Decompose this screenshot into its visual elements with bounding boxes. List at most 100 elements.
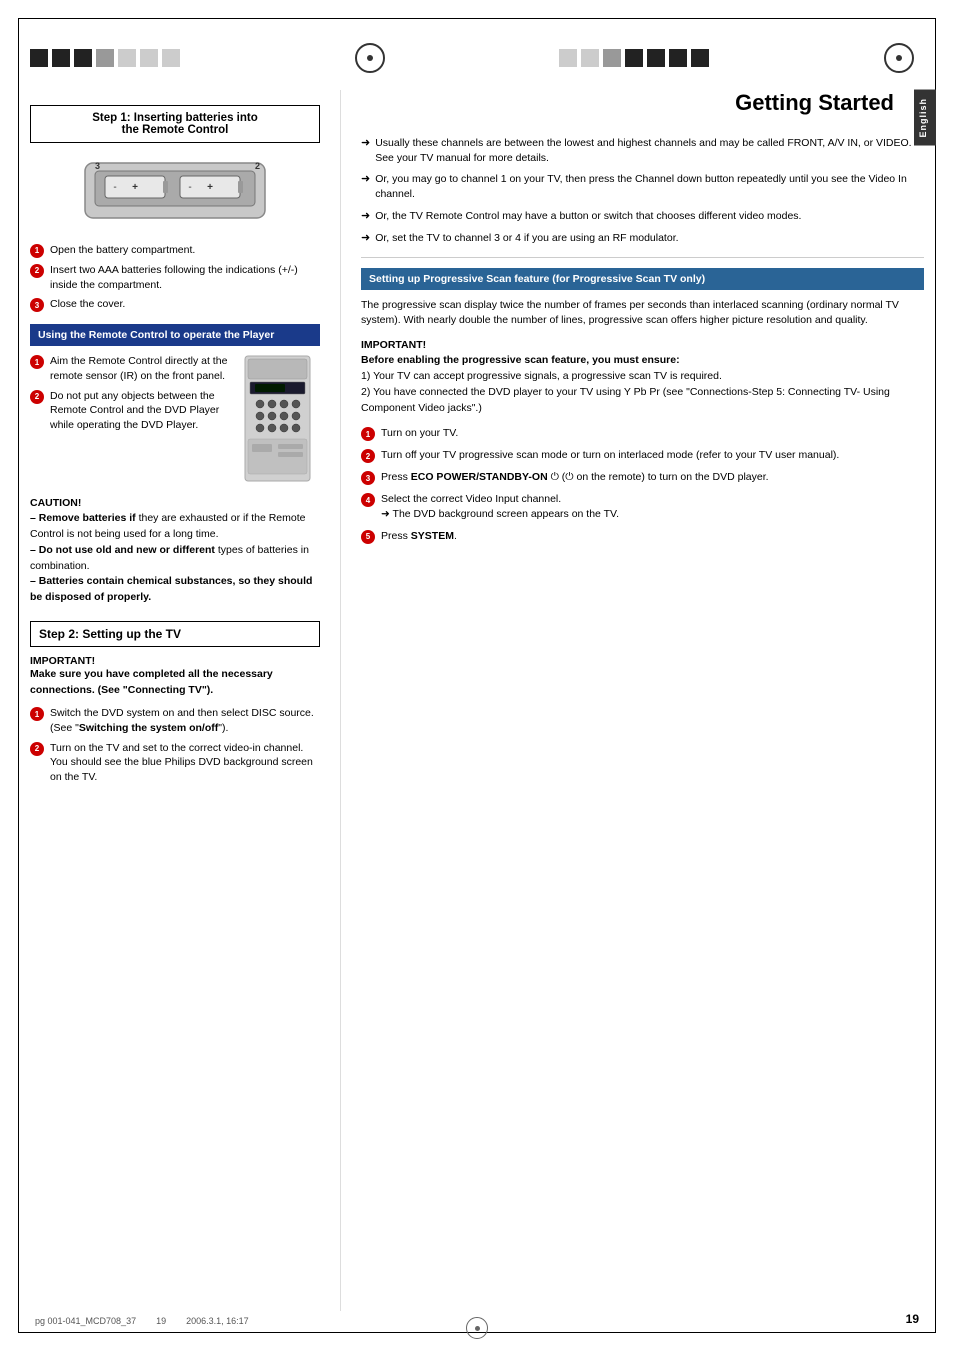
remote-num-1: 1 (30, 355, 44, 369)
remote-illustration: + - + - 3 2 (30, 153, 320, 233)
footer-circle-dot (475, 1326, 480, 1331)
page-number: 19 (906, 1312, 919, 1326)
remote-num-2: 2 (30, 390, 44, 404)
remote-item-1: 1 Aim the Remote Control directly at the… (30, 354, 230, 383)
footer-date: 2006.3.1, 16:17 (186, 1316, 249, 1326)
arrow-text-2: Or, you may go to channel 1 on your TV, … (375, 172, 924, 201)
header-circle-right (884, 43, 914, 73)
arrow-2: ➜ (361, 172, 370, 187)
step1-text-1: Open the battery compartment. (50, 243, 195, 258)
svg-text:+: + (132, 182, 138, 193)
step2-important-bold: Make sure you have completed all the nec… (30, 667, 320, 699)
num-3: 3 (30, 298, 44, 312)
bar-r3 (603, 49, 621, 67)
step1-text-2: Insert two AAA batteries following the i… (50, 263, 320, 292)
caution-title: CAUTION! (30, 497, 320, 509)
bar-1 (30, 49, 48, 67)
step2-num-2: 2 (30, 742, 44, 756)
arrow-text-1: Usually these channels are between the l… (375, 136, 924, 165)
step1-line1: Step 1: Inserting batteries into (37, 112, 313, 124)
left-column: Step 1: Inserting batteries into the Rem… (30, 90, 340, 1311)
header-bars-left (30, 49, 180, 67)
step2-important-strong: Make sure you have completed all the nec… (30, 668, 273, 696)
svg-text:3: 3 (95, 161, 100, 171)
step2-num-1: 1 (30, 707, 44, 721)
step2-header: Step 2: Setting up the TV (30, 621, 320, 647)
remote-text-2: Do not put any objects between the Remot… (50, 389, 230, 433)
right-important-title: IMPORTANT! (361, 339, 924, 351)
bar-r5 (647, 49, 665, 67)
prog-scan-box: Setting up Progressive Scan feature (for… (361, 268, 924, 290)
svg-text:2: 2 (255, 161, 260, 171)
right-important-body: 1) Your TV can accept progressive signal… (361, 369, 924, 416)
header-bars-right (559, 49, 709, 67)
arrow-item-3: ➜ Or, the TV Remote Control may have a b… (361, 209, 924, 224)
using-remote-title: Using the Remote Control to operate the … (38, 329, 274, 341)
step1-list: 1 Open the battery compartment. 2 Insert… (30, 243, 320, 312)
player-area: 1 Aim the Remote Control directly at the… (30, 354, 320, 487)
step1-item-2: 2 Insert two AAA batteries following the… (30, 263, 320, 292)
prog-scan-title: Setting up Progressive Scan feature (for… (369, 273, 705, 285)
footer-filename: pg 001-041_MCD708_37 (35, 1316, 136, 1326)
caution-text: – Remove batteries if they are exhausted… (30, 511, 320, 606)
caution-dash2-bold: – Do not use old and new or different (30, 544, 215, 556)
step2-header-text: Step 2: Setting up the TV (39, 627, 181, 641)
arrow-4: ➜ (361, 231, 370, 246)
bar-5 (118, 49, 136, 67)
right-item-1: 1 Turn on your TV. (361, 426, 924, 441)
arrow-text-3: Or, the TV Remote Control may have a but… (375, 209, 801, 224)
page-border-left (18, 18, 19, 1333)
right-num-1: 1 (361, 427, 375, 441)
num-1: 1 (30, 244, 44, 258)
step1-item-3: 3 Close the cover. (30, 297, 320, 312)
step2-important: IMPORTANT! Make sure you have completed … (30, 655, 320, 699)
using-remote-box: Using the Remote Control to operate the … (30, 324, 320, 346)
right-column: Getting Started ➜ Usually these channels… (340, 90, 924, 1311)
bar-7 (162, 49, 180, 67)
player-text: 1 Aim the Remote Control directly at the… (30, 354, 230, 487)
footer-info: pg 001-041_MCD708_37 19 2006.3.1, 16:17 (35, 1316, 249, 1326)
right-text-2: Turn off your TV progressive scan mode o… (381, 448, 839, 463)
bar-r6 (669, 49, 687, 67)
bar-r1 (559, 49, 577, 67)
bar-4 (96, 49, 114, 67)
page-title: Getting Started (361, 90, 924, 116)
arrow-item-2: ➜ Or, you may go to channel 1 on your TV… (361, 172, 924, 201)
caution-dash1-bold: – Remove batteries if (30, 512, 136, 524)
right-item-5: 5 Press SYSTEM. (361, 529, 924, 544)
circle-dot (367, 55, 373, 61)
arrow-item-1: ➜ Usually these channels are between the… (361, 136, 924, 165)
arrow-item-4: ➜ Or, set the TV to channel 3 or 4 if yo… (361, 231, 924, 246)
footer-page-num: 19 (156, 1316, 166, 1326)
header-circle-left (355, 43, 385, 73)
svg-text:-: - (113, 182, 116, 193)
prog-scan-text: The progressive scan display twice the n… (361, 298, 924, 330)
right-item-3: 3 Press ECO POWER/STANDBY-ON ⏻ (⏻ on the… (361, 470, 924, 485)
caution-section: CAUTION! – Remove batteries if they are … (30, 497, 320, 606)
right-num-5: 5 (361, 530, 375, 544)
right-important-bold1: Before enabling the progressive scan fea… (361, 354, 924, 366)
bar-r4 (625, 49, 643, 67)
num-2: 2 (30, 264, 44, 278)
right-num-4: 4 (361, 493, 375, 507)
remote-item-2: 2 Do not put any objects between the Rem… (30, 389, 230, 433)
caution-dash3: – Batteries contain chemical substances,… (30, 575, 312, 603)
step1-item-1: 1 Open the battery compartment. (30, 243, 320, 258)
bar-6 (140, 49, 158, 67)
remote-text-1: Aim the Remote Control directly at the r… (50, 354, 230, 383)
step2-item-1: 1 Switch the DVD system on and then sele… (30, 706, 320, 735)
bar-3 (74, 49, 92, 67)
player-img-col (240, 354, 320, 487)
svg-text:+: + (207, 182, 213, 193)
main-content: Step 1: Inserting batteries into the Rem… (30, 90, 924, 1311)
step1-line2: the Remote Control (37, 124, 313, 136)
right-item-2: 2 Turn off your TV progressive scan mode… (361, 448, 924, 463)
right-text-3: Press ECO POWER/STANDBY-ON ⏻ (⏻ on the r… (381, 470, 769, 485)
arrow-3: ➜ (361, 209, 370, 224)
right-item-4: 4 Select the correct Video Input channel… (361, 492, 924, 521)
remote-svg: + - + - 3 2 (75, 153, 275, 233)
svg-text:-: - (188, 182, 191, 193)
header-area (30, 30, 924, 85)
bar-r2 (581, 49, 599, 67)
arrow-text-4: Or, set the TV to channel 3 or 4 if you … (375, 231, 678, 246)
